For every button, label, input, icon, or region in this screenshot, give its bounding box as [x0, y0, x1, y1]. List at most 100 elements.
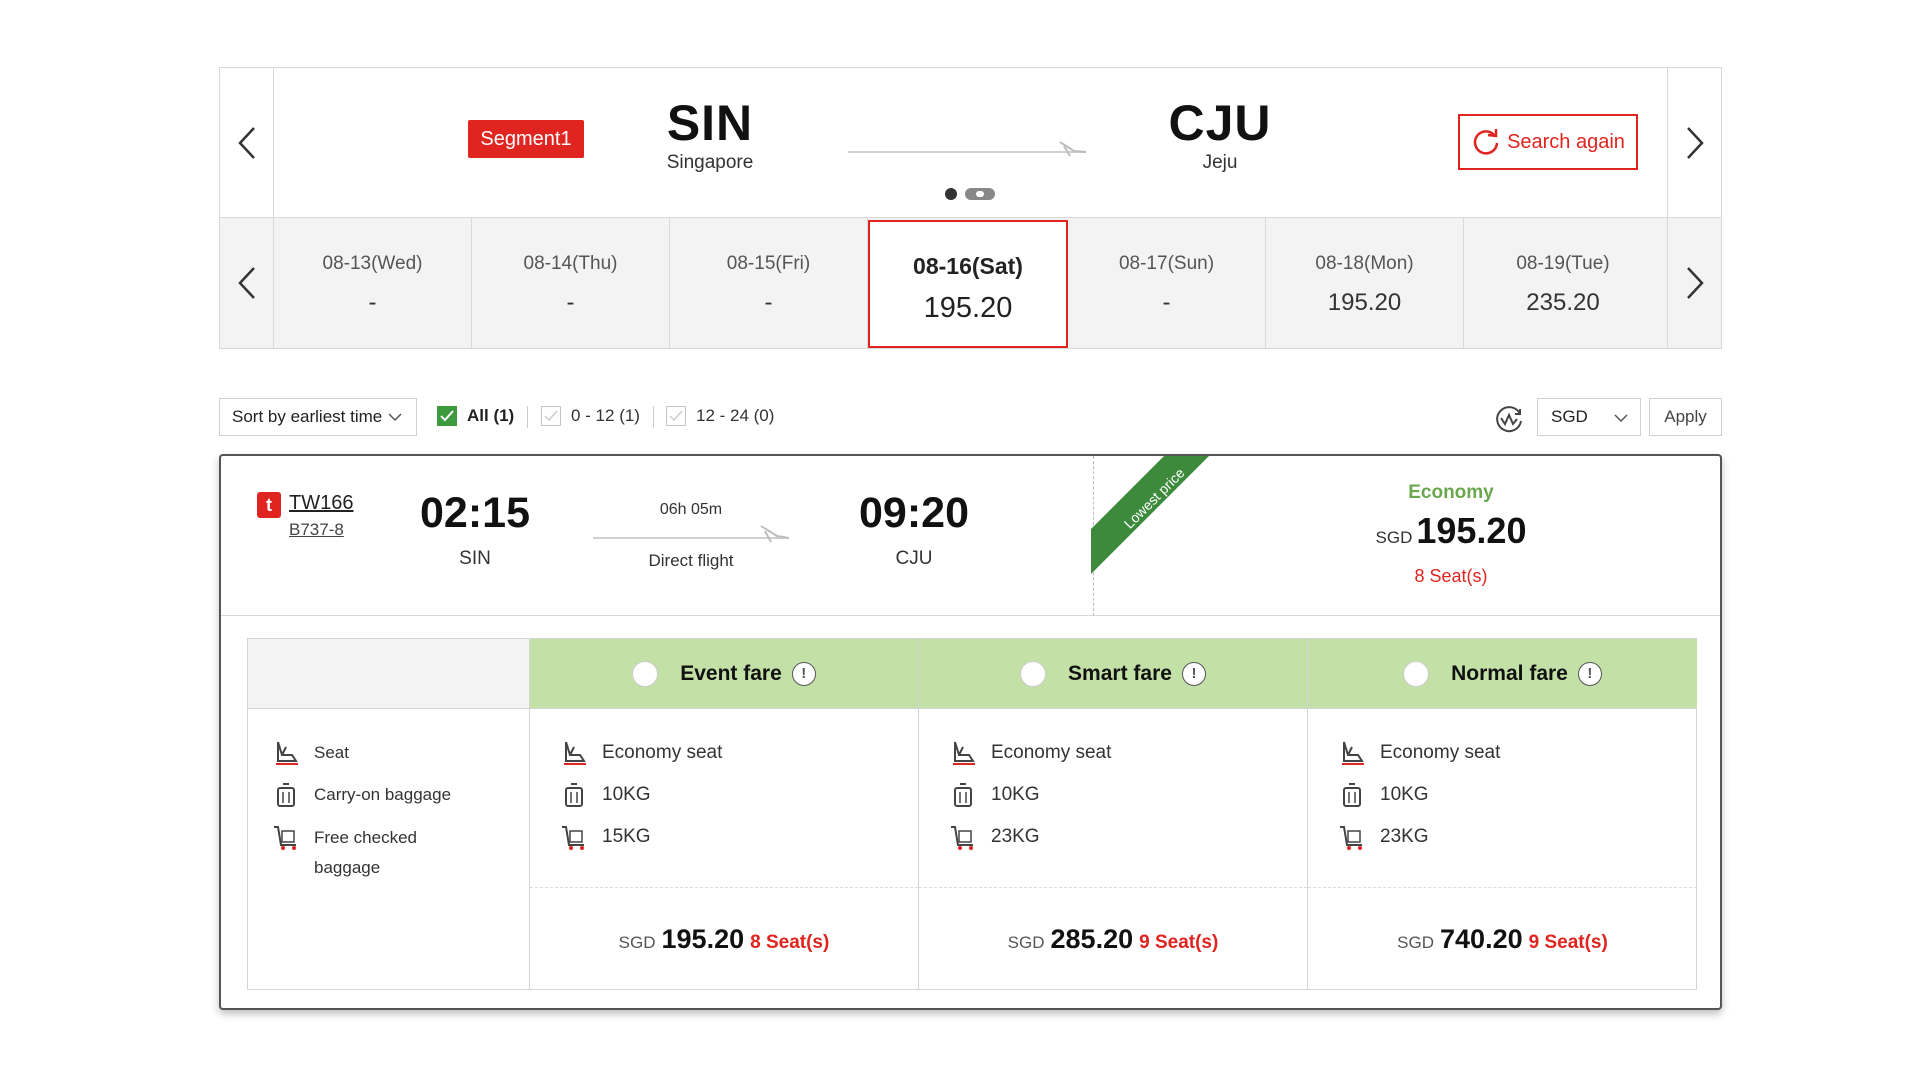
- currency-exchange-icon[interactable]: [1493, 402, 1525, 434]
- filter-bar: Sort by earliest time All (1) 0 - 12 (1)…: [219, 398, 1722, 438]
- apply-button[interactable]: Apply: [1649, 398, 1722, 436]
- date-cell[interactable]: 08-19(Tue) 235.20: [1464, 218, 1662, 348]
- seats-left: 8 Seat(s): [1414, 566, 1488, 586]
- fare-price[interactable]: SGD 285.20 9 Seat(s): [919, 924, 1307, 955]
- fare-checked-baggage: 15KG: [560, 823, 651, 851]
- feature-checked-baggage-label: Free checked baggage: [314, 828, 417, 877]
- search-again-label: Search again: [1507, 130, 1625, 153]
- date-label: 08-16(Sat): [913, 253, 1023, 279]
- info-icon[interactable]: !: [1577, 661, 1602, 686]
- fare-table: Seat Carry-on baggage Free checked bagga…: [247, 638, 1697, 990]
- next-dates-button[interactable]: [1667, 218, 1721, 348]
- check-icon: [440, 410, 454, 422]
- divider: [653, 406, 654, 428]
- chevron-left-icon: [237, 267, 255, 299]
- fare-checked-baggage: 23KG: [1338, 823, 1429, 851]
- segment-pager: [945, 188, 995, 200]
- feature-checked-baggage: Free checked baggage: [272, 823, 454, 883]
- currency-dropdown[interactable]: SGD: [1537, 398, 1641, 436]
- fare-column-smart: Smart fare ! Economy seat 10KG 23KG SGD 2…: [919, 639, 1308, 989]
- sort-dropdown[interactable]: Sort by earliest time: [219, 398, 417, 436]
- flight-number-link[interactable]: TW166: [289, 492, 353, 515]
- aircraft-link[interactable]: B737-8: [289, 520, 344, 540]
- departure-code: SIN: [459, 548, 491, 569]
- date-price: -: [764, 289, 773, 316]
- fare-header: Event fare !: [530, 639, 918, 709]
- fare-seat: Economy seat: [949, 739, 1111, 767]
- luggage-cart-icon: [562, 826, 584, 850]
- fare-checked-baggage: 23KG: [949, 823, 1040, 851]
- fare-price[interactable]: SGD 195.20 8 Seat(s): [530, 924, 918, 955]
- fare-features-column: Seat Carry-on baggage Free checked bagga…: [248, 639, 530, 989]
- departure-time: 02:15: [420, 489, 530, 537]
- carry-on-bag-icon: [277, 783, 295, 807]
- date-label: 08-18(Mon): [1315, 253, 1414, 274]
- info-icon[interactable]: !: [791, 661, 816, 686]
- fare-radio[interactable]: [1403, 660, 1430, 687]
- search-again-button[interactable]: Search again: [1458, 114, 1638, 170]
- destination-name: Jeju: [1202, 152, 1238, 173]
- date-cell[interactable]: 08-15(Fri) -: [670, 218, 868, 348]
- price-currency: SGD: [1375, 528, 1413, 547]
- date-price: -: [566, 289, 575, 316]
- route-plane-icon: [593, 525, 790, 543]
- checkbox-unchecked[interactable]: [666, 406, 686, 426]
- divider: [530, 887, 918, 888]
- date-cell[interactable]: 08-17(Sun) -: [1068, 218, 1266, 348]
- origin-city: SIN Singapore: [640, 96, 780, 174]
- route-plane-icon: [848, 141, 1087, 157]
- fare-seats-left: 9 Seat(s): [1139, 932, 1219, 953]
- date-price: -: [368, 289, 377, 316]
- seat-icon: [1342, 741, 1364, 765]
- fare-radio[interactable]: [632, 660, 659, 687]
- origin-code: SIN: [666, 95, 754, 151]
- fare-carry-on: 10KG: [1338, 781, 1429, 809]
- info-icon[interactable]: !: [1181, 661, 1206, 686]
- fare-column-event: Event fare ! Economy seat 10KG 15KG SGD 1…: [530, 639, 919, 989]
- pager-dot-inactive[interactable]: [965, 188, 995, 200]
- date-cell[interactable]: 08-13(Wed) -: [274, 218, 472, 348]
- date-label: 08-19(Tue): [1516, 253, 1610, 274]
- filter-range2-checkbox[interactable]: 12 - 24 (0): [666, 406, 774, 426]
- fare-price-currency: SGD: [618, 933, 656, 952]
- prev-dates-button[interactable]: [220, 218, 274, 348]
- feature-carry-on-label: Carry-on baggage: [314, 785, 452, 804]
- date-selector: 08-13(Wed) - 08-14(Thu) - 08-15(Fri) - 0…: [220, 218, 1721, 348]
- fare-seats-left: 9 Seat(s): [1528, 932, 1608, 953]
- feature-seat: Seat: [272, 739, 349, 767]
- date-label: 08-14(Thu): [523, 253, 618, 274]
- prev-segment-button[interactable]: [220, 68, 274, 218]
- route-header: Segment1 SIN Singapore CJU Jeju Search a…: [220, 68, 1721, 218]
- next-segment-button[interactable]: [1667, 68, 1721, 218]
- date-label: 08-13(Wed): [322, 253, 423, 274]
- fare-seat: Economy seat: [1338, 739, 1500, 767]
- fare-price[interactable]: SGD 740.20 9 Seat(s): [1308, 924, 1697, 955]
- fare-radio[interactable]: [1020, 660, 1047, 687]
- lowest-fare-price: SGD 195.20: [1331, 510, 1571, 552]
- date-cell[interactable]: 08-18(Mon) 195.20: [1266, 218, 1464, 348]
- fare-carry-on-value: 10KG: [991, 784, 1040, 805]
- date-price: 195.20: [1327, 289, 1402, 316]
- chevron-left-icon: [237, 127, 255, 159]
- checkbox-unchecked[interactable]: [541, 406, 561, 426]
- fare-price-amount: 740.20: [1440, 924, 1523, 954]
- segment-badge: Segment1: [468, 120, 584, 158]
- filter-all-checkbox[interactable]: All (1): [437, 406, 514, 426]
- fare-features-header: [248, 639, 529, 709]
- filter-range1-checkbox[interactable]: 0 - 12 (1): [541, 406, 640, 426]
- fare-seat: Economy seat: [560, 739, 722, 767]
- date-cell-selected[interactable]: 08-16(Sat) 195.20: [868, 220, 1068, 348]
- fare-seat-value: Economy seat: [602, 742, 723, 763]
- filter-range1-label: 0 - 12 (1): [571, 406, 640, 425]
- fare-name: Normal fare: [1451, 661, 1568, 685]
- checkbox-checked[interactable]: [437, 406, 457, 426]
- fare-seat-value: Economy seat: [1380, 742, 1501, 763]
- carry-on-bag-icon: [565, 783, 583, 807]
- flight-summary: t TW166 B737-8 02:15 SIN 06h 05m Direct …: [221, 456, 1720, 616]
- arrival-code: CJU: [895, 548, 933, 569]
- fare-checked-baggage-value: 15KG: [602, 826, 651, 847]
- date-cell[interactable]: 08-14(Thu) -: [472, 218, 670, 348]
- pager-dot-active[interactable]: [945, 188, 957, 200]
- date-price: 235.20: [1526, 289, 1600, 316]
- seat-icon: [276, 741, 298, 765]
